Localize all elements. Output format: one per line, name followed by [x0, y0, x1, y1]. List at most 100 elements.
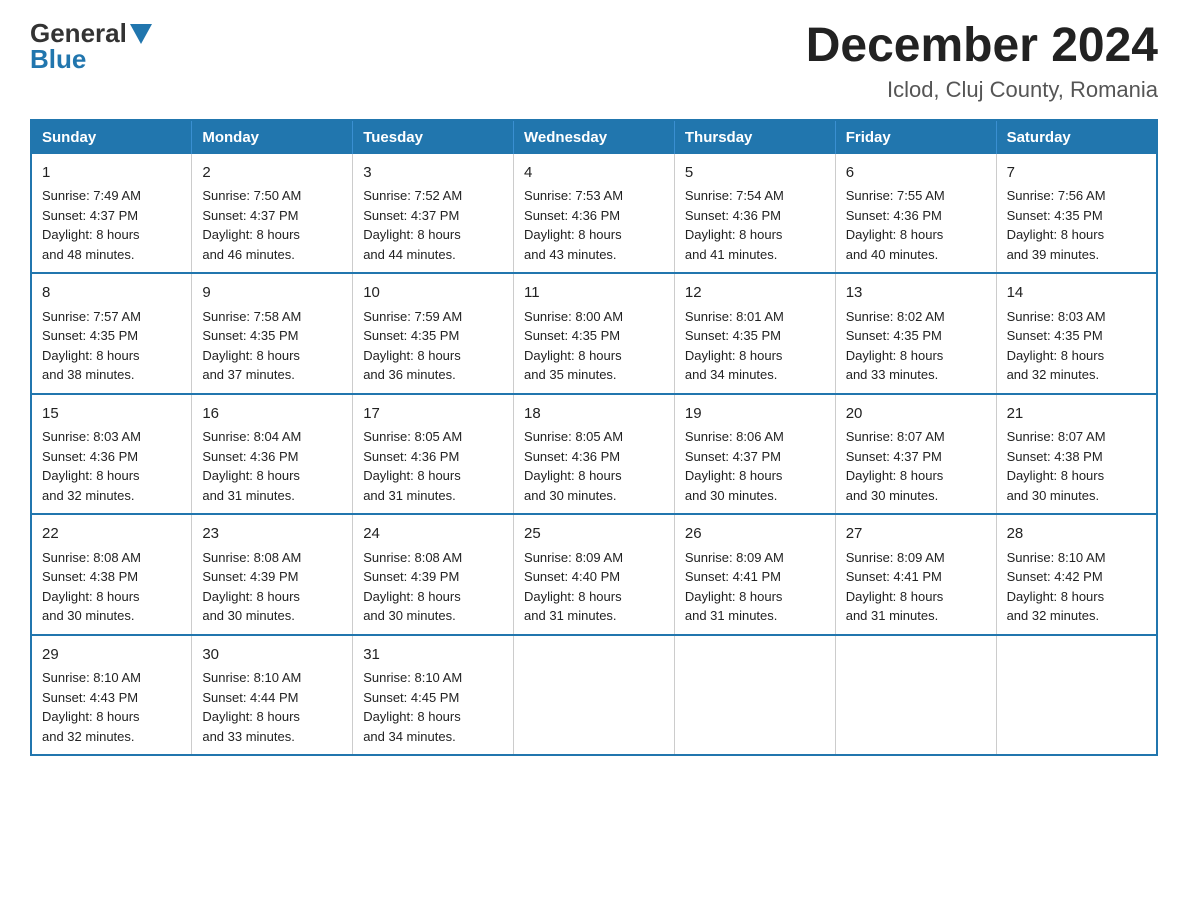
day-daylight-minutes: and 40 minutes. — [846, 247, 939, 262]
day-sunset: Sunset: 4:37 PM — [202, 208, 298, 223]
day-cell: 21Sunrise: 8:07 AMSunset: 4:38 PMDayligh… — [996, 394, 1157, 515]
day-cell — [996, 635, 1157, 756]
day-daylight-minutes: and 43 minutes. — [524, 247, 617, 262]
day-daylight-minutes: and 39 minutes. — [1007, 247, 1100, 262]
day-cell: 17Sunrise: 8:05 AMSunset: 4:36 PMDayligh… — [353, 394, 514, 515]
day-number: 26 — [685, 523, 825, 546]
day-daylight: Daylight: 8 hours — [363, 589, 461, 604]
day-sunrise: Sunrise: 8:10 AM — [202, 670, 301, 685]
day-number: 21 — [1007, 403, 1146, 426]
day-cell: 18Sunrise: 8:05 AMSunset: 4:36 PMDayligh… — [514, 394, 675, 515]
day-daylight-minutes: and 30 minutes. — [1007, 488, 1100, 503]
day-sunrise: Sunrise: 8:06 AM — [685, 429, 784, 444]
day-number: 15 — [42, 403, 181, 426]
day-sunrise: Sunrise: 7:49 AM — [42, 188, 141, 203]
day-daylight: Daylight: 8 hours — [1007, 589, 1105, 604]
day-sunset: Sunset: 4:38 PM — [42, 569, 138, 584]
day-daylight-minutes: and 36 minutes. — [363, 367, 456, 382]
day-cell: 24Sunrise: 8:08 AMSunset: 4:39 PMDayligh… — [353, 514, 514, 635]
day-number: 22 — [42, 523, 181, 546]
day-sunset: Sunset: 4:35 PM — [524, 328, 620, 343]
day-sunset: Sunset: 4:44 PM — [202, 690, 298, 705]
day-daylight: Daylight: 8 hours — [363, 468, 461, 483]
day-sunset: Sunset: 4:35 PM — [363, 328, 459, 343]
day-sunrise: Sunrise: 7:53 AM — [524, 188, 623, 203]
day-sunrise: Sunrise: 7:54 AM — [685, 188, 784, 203]
day-number: 24 — [363, 523, 503, 546]
day-daylight-minutes: and 37 minutes. — [202, 367, 295, 382]
day-number: 29 — [42, 644, 181, 667]
day-cell: 30Sunrise: 8:10 AMSunset: 4:44 PMDayligh… — [192, 635, 353, 756]
day-sunset: Sunset: 4:41 PM — [846, 569, 942, 584]
title-block: December 2024 Iclod, Cluj County, Romani… — [806, 20, 1158, 103]
day-cell: 31Sunrise: 8:10 AMSunset: 4:45 PMDayligh… — [353, 635, 514, 756]
day-cell: 1Sunrise: 7:49 AMSunset: 4:37 PMDaylight… — [31, 154, 192, 274]
day-number: 2 — [202, 162, 342, 185]
day-daylight-minutes: and 30 minutes. — [363, 608, 456, 623]
day-cell: 23Sunrise: 8:08 AMSunset: 4:39 PMDayligh… — [192, 514, 353, 635]
day-sunset: Sunset: 4:42 PM — [1007, 569, 1103, 584]
header-cell-thursday: Thursday — [674, 120, 835, 154]
week-row-4: 22Sunrise: 8:08 AMSunset: 4:38 PMDayligh… — [31, 514, 1157, 635]
day-cell — [674, 635, 835, 756]
day-number: 17 — [363, 403, 503, 426]
day-daylight-minutes: and 30 minutes. — [42, 608, 135, 623]
day-sunset: Sunset: 4:35 PM — [1007, 328, 1103, 343]
day-daylight-minutes: and 31 minutes. — [846, 608, 939, 623]
day-sunrise: Sunrise: 8:05 AM — [363, 429, 462, 444]
day-cell: 13Sunrise: 8:02 AMSunset: 4:35 PMDayligh… — [835, 273, 996, 394]
day-sunrise: Sunrise: 8:03 AM — [1007, 309, 1106, 324]
header-cell-monday: Monday — [192, 120, 353, 154]
day-cell: 5Sunrise: 7:54 AMSunset: 4:36 PMDaylight… — [674, 154, 835, 274]
day-sunrise: Sunrise: 7:52 AM — [363, 188, 462, 203]
day-daylight: Daylight: 8 hours — [363, 348, 461, 363]
day-sunrise: Sunrise: 7:50 AM — [202, 188, 301, 203]
day-daylight: Daylight: 8 hours — [685, 348, 783, 363]
day-daylight: Daylight: 8 hours — [42, 589, 140, 604]
day-cell: 7Sunrise: 7:56 AMSunset: 4:35 PMDaylight… — [996, 154, 1157, 274]
day-cell: 15Sunrise: 8:03 AMSunset: 4:36 PMDayligh… — [31, 394, 192, 515]
header-cell-tuesday: Tuesday — [353, 120, 514, 154]
day-daylight-minutes: and 31 minutes. — [363, 488, 456, 503]
day-daylight-minutes: and 38 minutes. — [42, 367, 135, 382]
day-daylight: Daylight: 8 hours — [42, 348, 140, 363]
day-sunset: Sunset: 4:39 PM — [202, 569, 298, 584]
day-daylight: Daylight: 8 hours — [1007, 468, 1105, 483]
day-daylight: Daylight: 8 hours — [685, 589, 783, 604]
day-cell: 14Sunrise: 8:03 AMSunset: 4:35 PMDayligh… — [996, 273, 1157, 394]
day-daylight-minutes: and 44 minutes. — [363, 247, 456, 262]
day-cell: 3Sunrise: 7:52 AMSunset: 4:37 PMDaylight… — [353, 154, 514, 274]
logo-general-text: General — [30, 20, 127, 46]
day-daylight: Daylight: 8 hours — [846, 589, 944, 604]
day-sunrise: Sunrise: 7:55 AM — [846, 188, 945, 203]
day-cell — [514, 635, 675, 756]
day-sunset: Sunset: 4:37 PM — [42, 208, 138, 223]
month-title: December 2024 — [806, 20, 1158, 73]
day-daylight: Daylight: 8 hours — [42, 227, 140, 242]
day-daylight: Daylight: 8 hours — [685, 227, 783, 242]
day-number: 5 — [685, 162, 825, 185]
day-daylight-minutes: and 30 minutes. — [524, 488, 617, 503]
calendar-header: SundayMondayTuesdayWednesdayThursdayFrid… — [31, 120, 1157, 154]
day-sunrise: Sunrise: 8:10 AM — [42, 670, 141, 685]
day-sunrise: Sunrise: 8:05 AM — [524, 429, 623, 444]
day-daylight: Daylight: 8 hours — [846, 468, 944, 483]
day-number: 30 — [202, 644, 342, 667]
calendar-table: SundayMondayTuesdayWednesdayThursdayFrid… — [30, 119, 1158, 757]
day-sunset: Sunset: 4:36 PM — [202, 449, 298, 464]
day-daylight: Daylight: 8 hours — [42, 468, 140, 483]
day-cell: 6Sunrise: 7:55 AMSunset: 4:36 PMDaylight… — [835, 154, 996, 274]
day-daylight-minutes: and 31 minutes. — [685, 608, 778, 623]
day-daylight-minutes: and 30 minutes. — [202, 608, 295, 623]
day-cell: 26Sunrise: 8:09 AMSunset: 4:41 PMDayligh… — [674, 514, 835, 635]
day-daylight-minutes: and 48 minutes. — [42, 247, 135, 262]
day-daylight-minutes: and 33 minutes. — [846, 367, 939, 382]
day-number: 4 — [524, 162, 664, 185]
day-cell: 20Sunrise: 8:07 AMSunset: 4:37 PMDayligh… — [835, 394, 996, 515]
header-row: SundayMondayTuesdayWednesdayThursdayFrid… — [31, 120, 1157, 154]
day-cell: 29Sunrise: 8:10 AMSunset: 4:43 PMDayligh… — [31, 635, 192, 756]
day-daylight-minutes: and 35 minutes. — [524, 367, 617, 382]
day-daylight-minutes: and 30 minutes. — [846, 488, 939, 503]
day-sunset: Sunset: 4:37 PM — [363, 208, 459, 223]
day-cell: 19Sunrise: 8:06 AMSunset: 4:37 PMDayligh… — [674, 394, 835, 515]
